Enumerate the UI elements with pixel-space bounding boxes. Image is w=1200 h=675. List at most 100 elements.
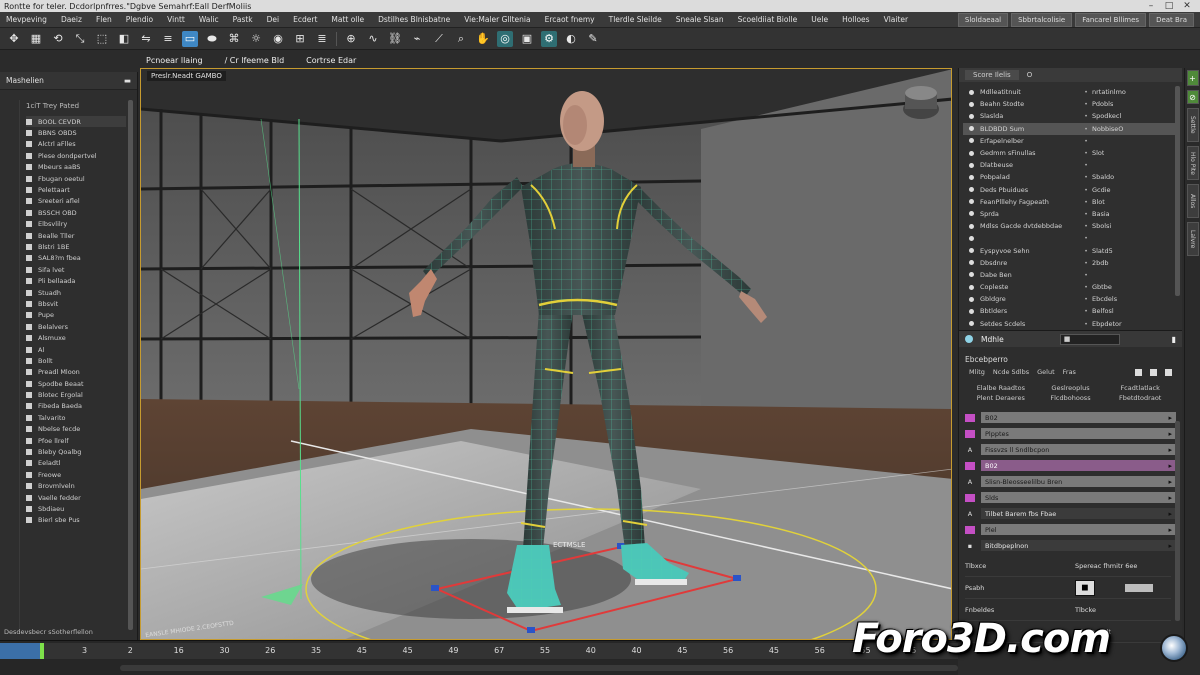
scene-list-row[interactable]: Mdlleatitnuit • nrtatinlmo [963, 86, 1178, 98]
menu-item[interactable]: Holloes [842, 15, 870, 24]
menu-item[interactable]: Flen [96, 15, 112, 24]
outliner-item[interactable]: Nbelse fecde [26, 424, 126, 435]
scene-list-row[interactable]: Pobpalad • Sbaldo [963, 171, 1178, 183]
outliner-item[interactable]: Bierl sbe Pus [26, 515, 126, 526]
paste-icon[interactable] [1150, 368, 1157, 376]
expand-arrow-icon[interactable]: ▸ [1168, 430, 1172, 438]
visibility-icon[interactable] [969, 113, 974, 119]
outliner-item[interactable]: Preadl Mloon [26, 367, 126, 378]
visibility-icon[interactable] [969, 150, 974, 156]
material-icon[interactable]: ◉ [270, 31, 286, 47]
scene-list-row[interactable]: Dlatbeuse • [963, 159, 1178, 171]
unlink-icon[interactable]: ⌁ [409, 31, 425, 47]
outliner-item[interactable]: Fibeda Baeda [26, 401, 126, 412]
modifier-stack-item[interactable]: A Slisn-Bleosseelilbu Bren ▸ [965, 475, 1176, 488]
expand-arrow-icon[interactable]: ▸ [1168, 526, 1172, 534]
modifier-tool[interactable]: Ncde Sdlbs [993, 368, 1029, 376]
workspace-tab[interactable]: Deat Bra [1149, 12, 1194, 27]
outliner-item[interactable]: Elbsvlilry [26, 219, 126, 230]
visibility-icon[interactable] [969, 211, 974, 217]
scene-list-row[interactable]: Bbtlders • Belfosl [963, 305, 1178, 317]
outliner-item[interactable]: Belalvers [26, 321, 126, 332]
pin-icon[interactable]: ▮ [1172, 335, 1176, 344]
outliner-item[interactable]: Vaelle fedder [26, 492, 126, 503]
modifier-stack-bar[interactable]: B02 ▸ [981, 460, 1176, 471]
workspace-tab[interactable]: Sloldaeaal [957, 12, 1009, 27]
select-icon[interactable]: ⬚ [94, 31, 110, 47]
scene-list-row[interactable]: FeanPlllehy Fagpeath • Blot [963, 196, 1178, 208]
menu-item[interactable]: Walic [199, 15, 219, 24]
outliner-item[interactable]: Pfoe llrelf [26, 435, 126, 446]
scene-list-row[interactable]: Dabe Ben • [963, 269, 1178, 281]
modifier-stack-item[interactable]: Plel ▸ [965, 523, 1176, 536]
viewport-tab[interactable]: / Cr lfeeme Bld [225, 56, 285, 65]
rotate-icon[interactable]: ⟲ [50, 31, 66, 47]
outliner-item[interactable]: Brovmlveln [26, 481, 126, 492]
viewport-tab[interactable]: Cortrse Edar [306, 56, 356, 65]
modifier-stack-item[interactable]: B02 ▸ [965, 459, 1176, 472]
object-name-field[interactable]: ■ [1059, 333, 1120, 345]
render-icon[interactable]: ⊞ [292, 31, 308, 47]
scene-list-row[interactable]: • [963, 232, 1178, 244]
menu-item[interactable]: Ercaot fnemy [545, 15, 595, 24]
visibility-icon[interactable] [969, 321, 974, 327]
outliner-item[interactable]: Pli bellaada [26, 275, 126, 286]
modifier-stack-bar[interactable]: Bitdbpeplnon ▸ [981, 540, 1176, 551]
outliner-item[interactable]: Talvarito [26, 412, 126, 423]
expand-arrow-icon[interactable]: ▸ [1168, 462, 1172, 470]
modifier-option[interactable]: Geslreoplus [1039, 384, 1103, 392]
menu-item[interactable]: Vlaiter [884, 15, 909, 24]
expand-arrow-icon[interactable]: ▸ [1168, 542, 1172, 550]
close-icon[interactable]: ▬ [124, 76, 131, 85]
modifier-option[interactable]: Fcadtlatlack [1108, 384, 1172, 392]
camera-icon[interactable]: ⬬ [204, 31, 220, 47]
menu-item[interactable]: Sneale Slsan [676, 15, 724, 24]
menu-item[interactable]: Vie:Maler Glltenia [464, 15, 530, 24]
outliner-item[interactable]: Alctrl aFlles [26, 139, 126, 150]
side-tab[interactable]: Settle [1186, 108, 1199, 142]
scene-list-row[interactable]: Sprda • Basia [963, 208, 1178, 220]
display-icon[interactable]: ◐ [563, 31, 579, 47]
modifier-stack-item[interactable]: Slds ▸ [965, 491, 1176, 504]
outliner-item[interactable]: Blstri 1BE [26, 241, 126, 252]
texture-field[interactable] [1125, 583, 1153, 592]
modifier-tool[interactable]: Mlitg [969, 368, 985, 376]
move-icon[interactable]: ✥ [6, 31, 22, 47]
modifier-stack-bar[interactable]: Plpptes ▸ [981, 428, 1176, 439]
tab-extra[interactable]: O [1027, 71, 1033, 79]
paint-icon[interactable]: ≣ [314, 31, 330, 47]
modifier-option[interactable]: Fbetdtodraot [1108, 394, 1172, 402]
visibility-icon[interactable] [969, 260, 974, 266]
menu-item[interactable]: Daeiz [61, 15, 82, 24]
menu-item[interactable]: Mevpeving [6, 15, 47, 24]
visibility-icon[interactable] [969, 101, 974, 107]
visibility-icon[interactable] [969, 187, 974, 193]
modifier-stack-item[interactable]: ▪ Bitdbpeplnon ▸ [965, 539, 1176, 552]
outliner-item[interactable]: Mbeurs aaBS [26, 162, 126, 173]
maximize-button[interactable]: □ [1160, 1, 1178, 11]
menu-item[interactable]: Dei [267, 15, 279, 24]
modifier-stack-bar[interactable]: B02 ▸ [981, 412, 1176, 423]
visibility-icon[interactable] [969, 89, 974, 95]
outliner-item[interactable]: Pupe [26, 310, 126, 321]
add-button[interactable]: + [1186, 70, 1199, 86]
modifier-tool[interactable]: Gelut [1037, 368, 1055, 376]
menu-item[interactable]: Uele [811, 15, 828, 24]
modifier-stack-item[interactable]: B02 ▸ [965, 411, 1176, 424]
viewport-tab[interactable]: Pcnoear llaing [146, 56, 203, 65]
close-button[interactable]: ✕ [1178, 1, 1196, 11]
modifier-option[interactable]: Plent Deraeres [969, 394, 1033, 402]
uv-icon[interactable]: ⊕ [343, 31, 359, 47]
link-icon[interactable]: ⛓ [387, 31, 403, 47]
side-tab[interactable]: Hlo Pite [1186, 146, 1199, 180]
visibility-icon[interactable] [969, 162, 974, 168]
modifier-stack-item[interactable]: Plpptes ▸ [965, 427, 1176, 440]
property-value[interactable]: Spereac fhmitr 6ee [1075, 562, 1137, 570]
scene-list-row[interactable]: BLDBDD Sum • NobbiseO [963, 122, 1178, 135]
modifier-stack-bar[interactable]: Fissvzs ll Sndlbcpon ▸ [981, 444, 1176, 455]
menu-item[interactable]: Plendio [126, 15, 153, 24]
playhead[interactable] [40, 643, 44, 659]
visibility-icon[interactable] [969, 284, 974, 290]
outliner-item[interactable]: Bleby Qoalbg [26, 446, 126, 457]
modifier-stack-bar[interactable]: Tilbet Barem fbs Fbae ▸ [981, 508, 1176, 519]
